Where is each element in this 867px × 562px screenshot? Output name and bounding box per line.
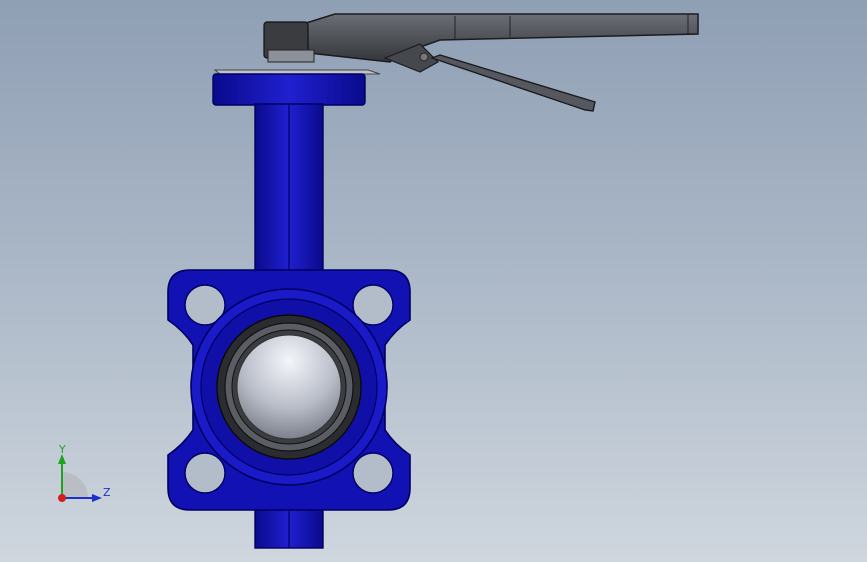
bolt-hole bbox=[352, 452, 394, 494]
y-axis-label: Y bbox=[59, 443, 66, 456]
top-flange[interactable] bbox=[212, 69, 381, 106]
coordinate-triad: Y Z bbox=[50, 440, 120, 510]
z-axis-label: Z bbox=[103, 486, 111, 499]
valve-model[interactable] bbox=[0, 0, 867, 562]
valve-disc[interactable] bbox=[236, 334, 342, 440]
graphics-viewport[interactable]: Y Z bbox=[0, 0, 867, 562]
bolt-hole bbox=[184, 452, 226, 494]
